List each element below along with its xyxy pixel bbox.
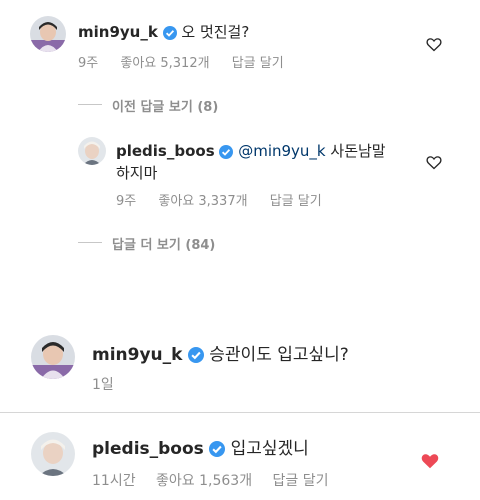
comment-text: 입고싶겠니 bbox=[230, 439, 309, 459]
username[interactable]: pledis_boos bbox=[92, 439, 204, 459]
mention-link[interactable]: @min9yu_k bbox=[238, 142, 325, 160]
verified-badge-icon bbox=[162, 25, 177, 40]
section-divider bbox=[0, 412, 480, 413]
reply-button[interactable]: 답글 달기 bbox=[273, 473, 329, 489]
comment-1-meta: 9주 좋아요 5,312개 답글 달기 bbox=[78, 52, 284, 71]
comment-2-meta: 9주 좋아요 3,337개 답글 달기 bbox=[116, 190, 322, 209]
likes-count[interactable]: 좋아요 5,312개 bbox=[120, 56, 209, 71]
username[interactable]: min9yu_k bbox=[78, 23, 158, 41]
reply-button[interactable]: 답글 달기 bbox=[232, 56, 284, 71]
username[interactable]: min9yu_k bbox=[92, 345, 182, 365]
avatar-pledis-boos[interactable] bbox=[78, 137, 106, 165]
divider-line bbox=[78, 104, 102, 105]
heart-outline-icon[interactable] bbox=[426, 37, 442, 52]
comment-2-header: pledis_boos @min9yu_k 사돈남말 bbox=[116, 140, 386, 161]
comment-4-meta: 11시간 좋아요 1,563개 답글 달기 bbox=[92, 470, 329, 490]
comment-text: 승관이도 입고싶니? bbox=[209, 345, 349, 365]
comment-time: 11시간 bbox=[92, 473, 136, 489]
comment-time: 1일 bbox=[92, 377, 114, 393]
comment-time: 9주 bbox=[116, 194, 137, 209]
comment-time: 9주 bbox=[78, 56, 99, 71]
avatar-pledis-boos[interactable] bbox=[31, 432, 75, 476]
username[interactable]: pledis_boos bbox=[116, 142, 215, 160]
comment-1-header: min9yu_k 오 멋진걸? bbox=[78, 21, 249, 42]
comment-text: 오 멋진걸? bbox=[181, 23, 250, 41]
likes-count[interactable]: 좋아요 1,563개 bbox=[156, 473, 252, 489]
divider-line bbox=[78, 242, 102, 243]
comment-4-header: pledis_boos 입고싶겠니 bbox=[92, 434, 309, 459]
likes-count[interactable]: 좋아요 3,337개 bbox=[158, 194, 247, 209]
verified-badge-icon bbox=[187, 347, 204, 363]
comment-3-header: min9yu_k 승관이도 입고싶니? bbox=[92, 340, 349, 365]
verified-badge-icon bbox=[219, 144, 234, 159]
avatar-min9yu-k[interactable] bbox=[31, 335, 75, 379]
view-more-replies-button[interactable]: 답글 더 보기 (84) bbox=[112, 234, 215, 253]
view-previous-replies-button[interactable]: 이전 답글 보기 (8) bbox=[112, 96, 218, 115]
verified-badge-icon bbox=[209, 441, 226, 457]
comment-text-line2: 하지마 bbox=[116, 164, 158, 182]
heart-filled-icon[interactable] bbox=[420, 452, 440, 470]
comment-text: 사돈남말 bbox=[330, 142, 386, 160]
reply-button[interactable]: 답글 달기 bbox=[270, 194, 322, 209]
avatar-min9yu-k[interactable] bbox=[30, 16, 66, 52]
heart-outline-icon[interactable] bbox=[426, 155, 442, 170]
